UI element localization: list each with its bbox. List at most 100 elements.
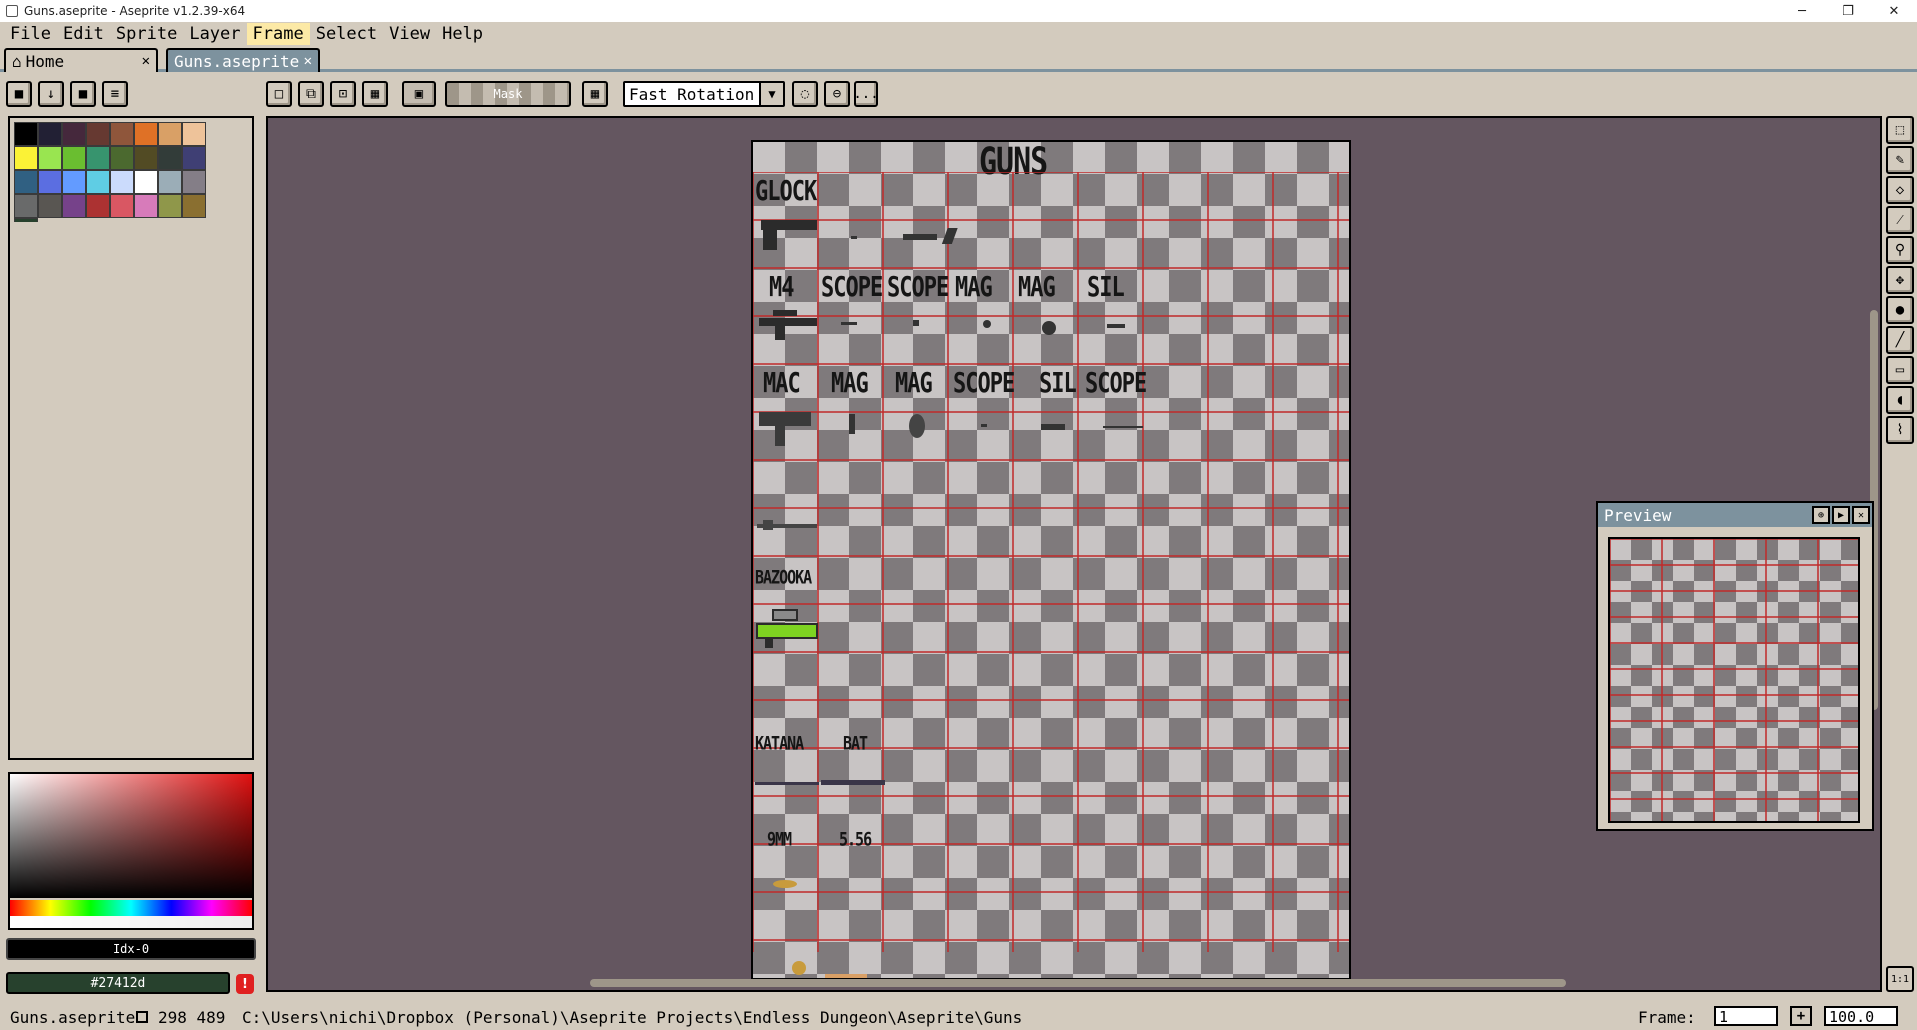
palette-swatch[interactable] [14,170,38,194]
palette-swatch[interactable] [158,170,182,194]
palette-menu-icon[interactable]: ≡ [102,81,128,107]
palette-swatch[interactable] [134,170,158,194]
palette-swatch[interactable] [62,122,86,146]
minimize-button[interactable]: ─ [1779,0,1825,22]
mask-color-button[interactable]: Mask [445,81,571,107]
color-index-field[interactable]: Idx-0 [6,938,256,960]
zoom-input[interactable]: 100.0 [1824,1006,1898,1026]
palette-swatch[interactable] [110,146,134,170]
preview-canvas [1608,537,1860,823]
selection-replace-icon[interactable]: □ [266,81,292,107]
rotate-icon[interactable]: ◌ [792,81,818,107]
palette-swatch[interactable] [38,146,62,170]
glock-grip-sprite [763,228,777,250]
close-window-button[interactable]: ✕ [1871,0,1917,22]
palette-swatch[interactable] [14,194,38,218]
menu-view[interactable]: View [383,23,436,45]
sniper-stock-sprite [763,520,773,530]
lock-icon[interactable]: ■ [6,81,32,107]
horizontal-scrollbar[interactable] [590,979,1566,987]
sprite-canvas[interactable]: GUNS GLOCK M4 SCOPE SCOPE MAG MAG SIL MAC MAG MAG… [751,140,1351,980]
alpha-slider[interactable] [10,916,252,928]
stop-icon[interactable]: ■ [70,81,96,107]
palette-swatch[interactable] [110,194,134,218]
preview-window[interactable]: Preview ⊕ ▶ ✕ [1596,501,1874,831]
menu-sprite[interactable]: Sprite [110,23,183,45]
pencil-tool-icon[interactable]: ✎ [1886,146,1914,174]
pivot-icon[interactable]: ▦ [582,81,608,107]
tab-home[interactable]: ⌂ Home ✕ [4,48,158,72]
frame-input[interactable]: 1 [1714,1006,1778,1026]
palette-swatch[interactable] [14,122,38,146]
palette-swatch[interactable] [38,122,62,146]
palette-swatch[interactable] [134,146,158,170]
palette-swatch[interactable] [110,122,134,146]
palette-swatch[interactable] [182,146,206,170]
selection-add-icon[interactable]: ⧉ [298,81,324,107]
move-tool-icon[interactable]: ✥ [1886,266,1914,294]
saturation-value-picker[interactable] [10,774,252,898]
palette-swatch[interactable] [134,122,158,146]
palette-swatch[interactable] [182,194,206,218]
menu-bar: File Edit Sprite Layer Frame Select View… [0,22,1917,46]
rotation-algorithm-select[interactable]: Fast Rotation ▼ [623,81,785,107]
eyedropper-tool-icon[interactable]: ⁄ [1886,206,1914,234]
tab-guns-file[interactable]: Guns.aseprite ✕ [166,48,320,72]
menu-help[interactable]: Help [436,23,489,45]
palette-swatch[interactable] [110,170,134,194]
menu-file[interactable]: File [4,23,57,45]
tab-home-close-icon[interactable]: ✕ [142,53,150,69]
tab-guns-close-icon[interactable]: ✕ [304,53,312,69]
palette-swatch[interactable] [38,194,62,218]
foreground-color-field[interactable]: #27412d [6,972,230,994]
palette-swatch[interactable] [134,194,158,218]
marquee-tool-icon[interactable]: ⬚ [1886,116,1914,144]
preview-close-icon[interactable]: ✕ [1852,506,1870,524]
palette-swatch[interactable] [86,170,110,194]
preview-play-icon[interactable]: ▶ [1832,506,1850,524]
palette-swatch[interactable] [86,194,110,218]
preview-center-icon[interactable]: ⊕ [1812,506,1830,524]
blur-tool-icon[interactable]: ⌇ [1886,416,1914,444]
part-sprite [851,236,857,239]
more-options-button[interactable]: ... [853,81,879,107]
maximize-button[interactable]: ❐ [1825,0,1871,22]
palette-swatch[interactable] [62,194,86,218]
hue-slider[interactable] [10,900,252,916]
selection-subtract-icon[interactable]: ⊡ [330,81,356,107]
palette-swatch[interactable] [62,170,86,194]
katana-sprite [755,782,819,785]
preview-titlebar[interactable]: Preview ⊕ ▶ ✕ [1598,503,1872,527]
zoom-tool-icon[interactable]: ⚲ [1886,236,1914,264]
palette-swatch[interactable] [182,122,206,146]
fill-tool-icon[interactable]: ● [1886,296,1914,324]
contour-tool-icon[interactable]: ◖ [1886,386,1914,414]
palette-swatch[interactable] [86,146,110,170]
mac-sprite [759,412,811,426]
chevron-down-icon[interactable]: ▼ [759,83,783,105]
selection-intersect-icon[interactable]: ▦ [362,81,388,107]
line-tool-icon[interactable]: ╱ [1886,326,1914,354]
status-bar: Guns.aseprite 298 489 C:\Users\nichi\Dro… [0,1004,1917,1030]
palette-swatch[interactable] [158,194,182,218]
zoom-reset-button[interactable]: 1:1 [1886,966,1914,992]
palette-swatch[interactable] [158,122,182,146]
new-frame-button[interactable]: + [1790,1006,1812,1026]
menu-select[interactable]: Select [310,23,383,45]
palette-swatch[interactable] [62,146,86,170]
palette-swatch[interactable] [38,170,62,194]
palette-swatch[interactable] [86,122,110,146]
menu-frame[interactable]: Frame [246,23,310,45]
warning-icon[interactable]: ! [236,974,254,994]
transparent-color-icon[interactable]: ▣ [402,81,436,107]
arrow-down-icon[interactable]: ↓ [38,81,64,107]
palette-swatch[interactable] [14,146,38,170]
eraser-tool-icon[interactable]: ◇ [1886,176,1914,204]
menu-layer[interactable]: Layer [183,23,246,45]
home-icon: ⌂ [12,51,22,71]
menu-edit[interactable]: Edit [57,23,110,45]
palette-swatch[interactable] [158,146,182,170]
rectangle-tool-icon[interactable]: ▭ [1886,356,1914,384]
flip-icon[interactable]: ⊖ [824,81,850,107]
palette-swatch[interactable] [182,170,206,194]
